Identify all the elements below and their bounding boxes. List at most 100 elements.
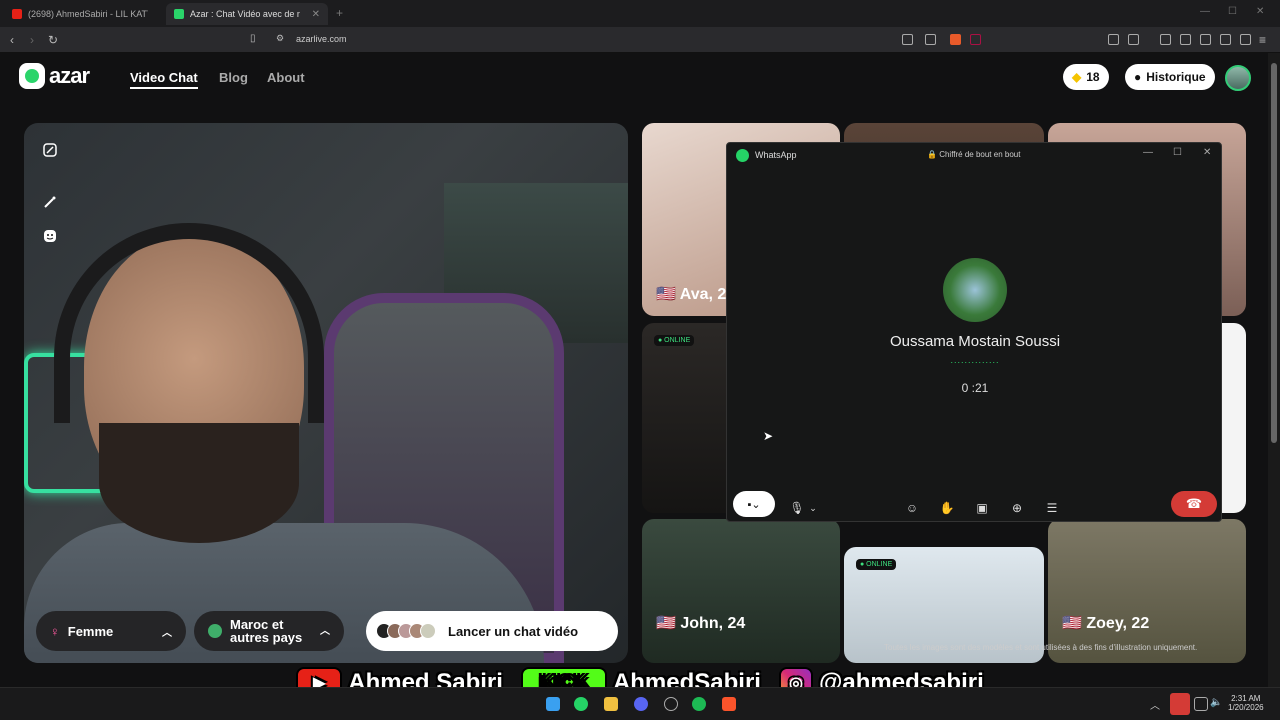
start-video-chat-button[interactable]: Lancer un chat vidéo xyxy=(366,611,618,651)
screenshot-icon[interactable] xyxy=(1128,34,1139,45)
contact-name: Oussama Mostain Soussi xyxy=(889,333,1061,350)
share-icon[interactable] xyxy=(925,34,936,45)
app-icon[interactable] xyxy=(664,697,678,711)
face-filter-icon[interactable] xyxy=(40,226,60,246)
windows-taskbar: ︿ 🔈 2:31 AM 1/20/2026 xyxy=(0,687,1280,720)
history-label: Historique xyxy=(1146,70,1206,84)
minimize-icon[interactable]: — xyxy=(1200,6,1210,17)
tab-azar[interactable]: Azar : Chat Vidéo avec de nou ✕ xyxy=(166,3,328,25)
network-icon[interactable] xyxy=(1194,697,1208,711)
spotify-icon[interactable] xyxy=(692,697,706,711)
wallet-icon[interactable] xyxy=(1200,34,1211,45)
page-scrollbar[interactable] xyxy=(1268,53,1280,687)
close-tab-icon[interactable]: ✕ xyxy=(312,9,320,20)
clock-time: 2:31 AM xyxy=(1231,694,1261,703)
country-line2: autres pays xyxy=(230,630,303,645)
whatsapp-title: WhatsApp xyxy=(755,150,797,160)
whatsapp-taskbar-icon[interactable] xyxy=(574,697,588,711)
address-bar: ‹ › ↻ ▯ ⚙ azarlive.com ≡ xyxy=(0,27,1280,53)
nav-about[interactable]: About xyxy=(267,70,305,85)
reload-icon[interactable]: ↻ xyxy=(48,33,58,47)
gender-value: Femme xyxy=(67,623,114,639)
clock-icon: ● xyxy=(1134,70,1142,84)
menu-icon[interactable]: ≡ xyxy=(1259,33,1266,47)
nav-video-chat[interactable]: Video Chat xyxy=(130,70,198,89)
gems-badge[interactable]: ◆ 18 xyxy=(1063,64,1109,90)
youtube-favicon-icon xyxy=(12,9,22,19)
volume-icon[interactable]: 🔈 xyxy=(1210,697,1224,711)
start-label: Lancer un chat vidéo xyxy=(448,623,579,639)
back-icon[interactable]: ‹ xyxy=(10,33,14,47)
tray-chevron-icon[interactable]: ︿ xyxy=(1150,697,1164,712)
system-clock[interactable]: 2:31 AM 1/20/2026 xyxy=(1228,694,1264,712)
file-explorer-icon[interactable] xyxy=(604,697,618,711)
user-avatar[interactable] xyxy=(1225,65,1251,91)
mouse-cursor-icon: ➤ xyxy=(763,429,774,443)
fullscreen-icon[interactable] xyxy=(40,140,60,160)
media-icon[interactable] xyxy=(1160,34,1171,45)
vpn-icon[interactable] xyxy=(1240,34,1251,45)
call-status-dots: .............. xyxy=(950,355,1000,365)
rewards-icon[interactable] xyxy=(970,34,981,45)
discord-icon[interactable] xyxy=(634,697,648,711)
maximize-icon[interactable]: ☐ xyxy=(1228,6,1237,17)
profile-card[interactable]: 🇺🇸 John, 24 xyxy=(642,519,840,663)
user-faces-icon xyxy=(376,623,436,639)
disclaimer-text: Toutes les images sont des modèles et so… xyxy=(884,643,1198,652)
whatsapp-call-window: WhatsApp 🔒 Chiffré de bout en bout — ☐ ✕… xyxy=(726,142,1222,522)
webcam-preview xyxy=(24,123,628,663)
camera-off-button[interactable]: ▪︎⌄ xyxy=(733,491,775,517)
url-field[interactable]: azarlive.com xyxy=(296,34,347,44)
globe-icon xyxy=(208,624,222,638)
brave-browser-icon[interactable] xyxy=(722,697,736,711)
tab-label: (2698) AhmedSabiri - LIL KATY ( Offic xyxy=(28,9,148,19)
profile-name: 🇺🇸 Ava, 2 xyxy=(656,286,727,303)
history-button[interactable]: ● Historique xyxy=(1125,64,1215,90)
logo-text: azar xyxy=(49,63,90,88)
female-icon: ♀ xyxy=(50,623,60,639)
minimize-icon[interactable]: — xyxy=(1143,147,1153,158)
profile-name: 🇺🇸 Zoey, 22 xyxy=(1062,615,1150,632)
gender-selector[interactable]: ♀ Femme ︿ xyxy=(36,611,186,651)
azar-logo[interactable]: azar xyxy=(19,63,90,89)
azar-favicon-icon xyxy=(174,9,184,19)
close-window-icon[interactable]: ✕ xyxy=(1256,6,1264,17)
add-participant-icon[interactable]: ⊕ xyxy=(1005,498,1029,518)
effects-wand-icon[interactable] xyxy=(40,192,60,212)
forward-icon[interactable]: › xyxy=(30,33,34,47)
azar-logo-icon xyxy=(19,63,45,89)
new-tab-icon[interactable]: + xyxy=(336,6,343,20)
windows-start-icon[interactable] xyxy=(546,697,560,711)
tab-label: Azar : Chat Vidéo avec de nou xyxy=(190,9,300,19)
chevron-up-icon: ︿ xyxy=(320,625,330,637)
leo-icon[interactable] xyxy=(1220,34,1231,45)
raise-hand-icon[interactable]: ✋ xyxy=(935,498,959,518)
maximize-icon[interactable]: ☐ xyxy=(1173,147,1182,158)
screen-share-icon[interactable]: ▣ xyxy=(970,498,994,518)
emoji-reaction-icon[interactable]: ☺ xyxy=(900,498,924,518)
clock-date: 1/20/2026 xyxy=(1228,703,1264,712)
close-icon[interactable]: ✕ xyxy=(1203,147,1211,158)
bookmark-icon[interactable]: ▯ xyxy=(250,33,256,44)
cast-icon[interactable] xyxy=(902,34,913,45)
hang-up-icon: ☎ xyxy=(1185,496,1203,511)
country-selector[interactable]: Maroc et autres pays ︿ xyxy=(194,611,344,651)
profile-card[interactable]: 🇺🇸 Zoey, 22 xyxy=(1048,519,1246,663)
online-badge: ● ONLINE xyxy=(654,335,695,346)
brave-shield-icon[interactable] xyxy=(950,34,961,45)
encryption-label: 🔒 Chiffré de bout en bout xyxy=(927,150,1021,159)
chevron-up-icon: ︿ xyxy=(162,627,172,639)
tab-youtube[interactable]: (2698) AhmedSabiri - LIL KATY ( Offic xyxy=(4,3,162,25)
gems-count: 18 xyxy=(1086,70,1100,84)
whatsapp-icon xyxy=(736,149,749,162)
extensions-icon[interactable] xyxy=(1108,34,1119,45)
mic-options-chevron-icon[interactable]: ⌄ xyxy=(801,498,825,518)
mic-active-icon[interactable] xyxy=(1170,693,1190,715)
online-badge: ● ONLINE xyxy=(856,559,897,570)
nav-blog[interactable]: Blog xyxy=(219,70,248,85)
end-call-button[interactable]: ☎ xyxy=(1171,491,1217,517)
browser-tab-bar: (2698) AhmedSabiri - LIL KATY ( Offic Az… xyxy=(0,0,1280,27)
site-info-icon[interactable]: ⚙ xyxy=(276,33,284,44)
sidebar-icon[interactable] xyxy=(1180,34,1191,45)
more-options-icon[interactable]: ☰ xyxy=(1040,498,1064,518)
